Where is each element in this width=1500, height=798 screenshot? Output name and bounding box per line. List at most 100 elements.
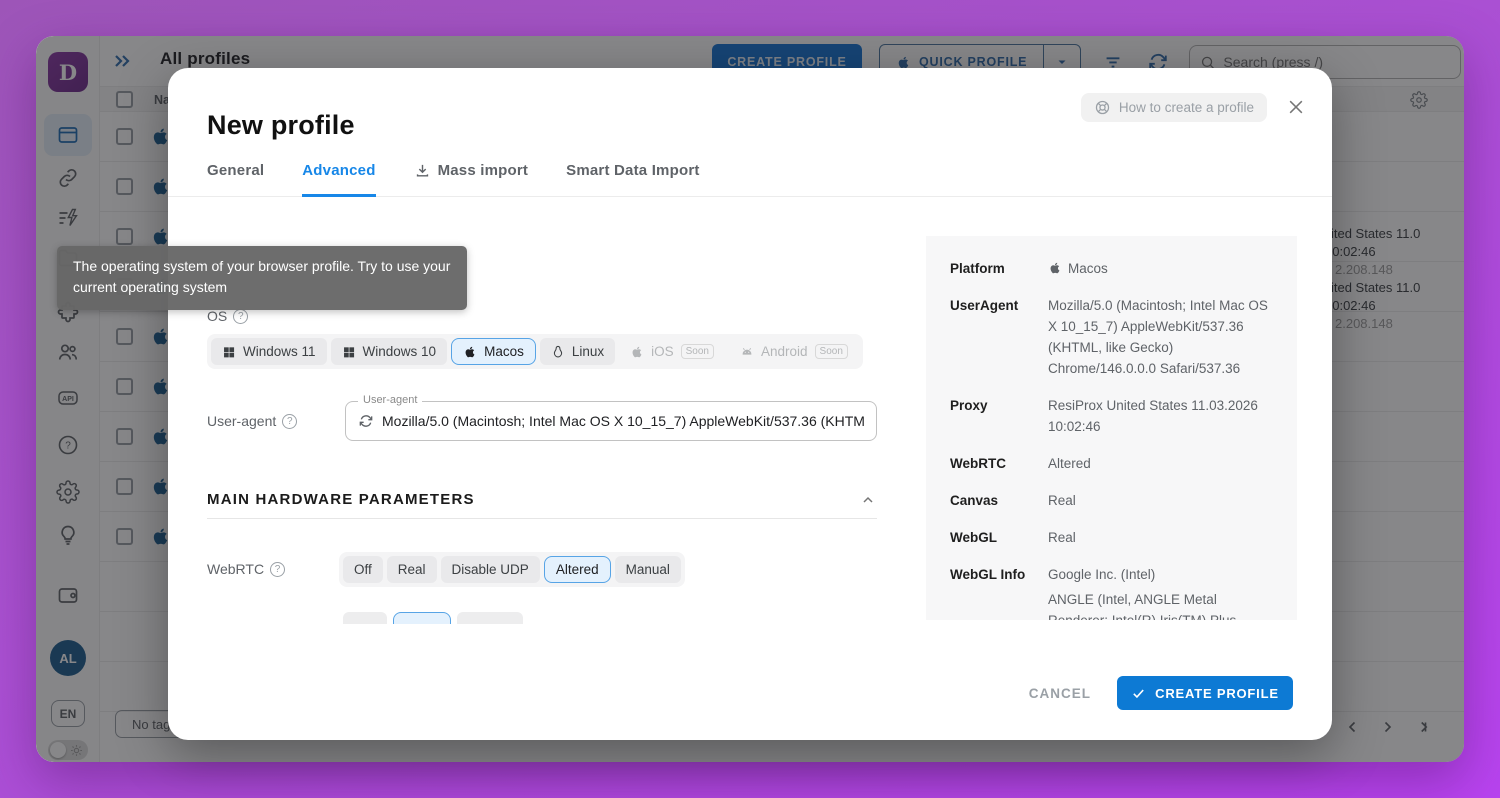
webrtc-option-real[interactable]: Real xyxy=(386,556,437,583)
tab-label: Smart Data Import xyxy=(566,162,700,179)
soon-badge: Soon xyxy=(680,344,714,359)
create-profile-button[interactable]: CREATE PROFILE xyxy=(1117,676,1293,710)
os-option-label: Linux xyxy=(571,344,605,359)
useragent-label-text: User-agent xyxy=(207,413,277,429)
webrtc-selector: Off Real Disable UDP Altered Manual xyxy=(339,552,685,587)
useragent-help-icon[interactable]: ? xyxy=(282,413,298,429)
linux-icon xyxy=(553,345,562,357)
tab-smart-data-import[interactable]: Smart Data Import xyxy=(566,154,699,197)
cancel-button[interactable]: CANCEL xyxy=(1029,676,1091,710)
apple-icon xyxy=(1050,262,1060,274)
webrtc-field-label: WebRTC ? xyxy=(207,561,286,577)
how-to-create-profile-button[interactable]: How to create a profile xyxy=(1080,93,1267,122)
download-icon xyxy=(416,164,428,177)
tab-label: Advanced xyxy=(302,162,376,179)
summary-value: Real xyxy=(1048,493,1076,508)
modal-title: New profile xyxy=(207,110,355,140)
summary-row-platform: Platform Macos xyxy=(950,258,1273,279)
soon-badge: Soon xyxy=(814,344,848,359)
webrtc-option-disable-udp[interactable]: Disable UDP xyxy=(440,556,540,583)
profile-summary-panel: Platform Macos UserAgent Mozilla/5.0 (Ma… xyxy=(926,236,1297,620)
tab-general[interactable]: General xyxy=(207,154,264,197)
summary-label: WebRTC xyxy=(950,456,1006,471)
android-icon xyxy=(742,347,752,355)
os-option-label: Windows 11 xyxy=(243,344,316,359)
windows-icon xyxy=(224,346,235,357)
tab-mass-import[interactable]: Mass import xyxy=(414,154,529,197)
os-option-windows11[interactable]: Windows 11 xyxy=(211,338,327,365)
modal-footer: CANCEL CREATE PROFILE xyxy=(168,666,1332,740)
webrtc-option-off[interactable]: Off xyxy=(343,556,383,583)
os-option-windows10[interactable]: Windows 10 xyxy=(330,338,448,365)
summary-value: Real xyxy=(1048,530,1076,545)
useragent-value: Mozilla/5.0 (Macintosh; Intel Mac OS X 1… xyxy=(382,413,864,429)
summary-value: Macos xyxy=(1068,261,1108,276)
clipped-option-button[interactable] xyxy=(457,612,523,624)
webrtc-option-altered[interactable]: Altered xyxy=(543,556,611,583)
divider xyxy=(207,518,877,519)
close-icon xyxy=(1289,100,1303,114)
webrtc-help-icon[interactable]: ? xyxy=(270,561,286,577)
check-icon xyxy=(1133,689,1144,698)
lifebuoy-icon xyxy=(1095,100,1110,115)
summary-value: ANGLE (Intel, ANGLE Metal Renderer: Inte… xyxy=(1048,592,1236,620)
summary-label: Proxy xyxy=(950,398,988,413)
summary-row-webgl: WebGL Real xyxy=(950,527,1273,548)
webrtc-option-label: Real xyxy=(397,562,426,577)
tab-advanced[interactable]: Advanced xyxy=(302,154,376,197)
os-label-text: OS xyxy=(207,308,228,324)
os-option-label: iOS xyxy=(651,344,674,359)
os-option-android: Android Soon xyxy=(729,338,859,365)
tab-label: General xyxy=(207,162,265,179)
summary-value: Mozilla/5.0 (Macintosh; Intel Mac OS X 1… xyxy=(1048,298,1268,376)
modal-tabs: General Advanced Mass import Smart Data … xyxy=(168,154,1332,197)
summary-label: WebGL xyxy=(950,530,997,545)
summary-value: ResiProx United States 11.03.2026 10:02:… xyxy=(1048,398,1258,434)
chevron-up-icon xyxy=(863,496,873,503)
clipped-option-button[interactable] xyxy=(343,612,387,624)
webrtc-option-label: Disable UDP xyxy=(451,562,529,577)
windows-icon xyxy=(343,346,354,357)
regenerate-useragent-icon[interactable] xyxy=(358,413,374,429)
os-tooltip: The operating system of your browser pro… xyxy=(57,246,467,310)
section-title: MAIN HARDWARE PARAMETERS xyxy=(207,491,475,508)
summary-value: Google Inc. (Intel) xyxy=(1048,567,1156,582)
summary-label: Canvas xyxy=(950,493,999,508)
useragent-input[interactable]: User-agent Mozilla/5.0 (Macintosh; Intel… xyxy=(345,394,877,441)
help-label: How to create a profile xyxy=(1118,100,1254,115)
os-selector: Windows 11 Windows 10 Macos Linux iOS So… xyxy=(207,334,863,369)
summary-row-useragent: UserAgent Mozilla/5.0 (Macintosh; Intel … xyxy=(950,295,1273,379)
os-option-label: Android xyxy=(761,344,808,359)
tab-label: Mass import xyxy=(437,162,529,179)
summary-label: WebGL Info xyxy=(950,567,1026,582)
summary-row-proxy: Proxy ResiProx United States 11.03.2026 … xyxy=(950,395,1273,437)
clipped-option-button[interactable] xyxy=(393,612,451,624)
os-option-linux[interactable]: Linux xyxy=(539,338,616,365)
new-profile-modal: New profile How to create a profile Gene… xyxy=(168,68,1332,740)
os-option-ios: iOS Soon xyxy=(619,338,725,365)
apple-icon xyxy=(465,346,475,357)
os-option-label: Windows 10 xyxy=(362,344,437,359)
useragent-field-label: User-agent ? xyxy=(207,413,298,429)
summary-label: UserAgent xyxy=(950,298,1019,313)
os-option-macos[interactable]: Macos xyxy=(451,338,536,365)
webrtc-option-manual[interactable]: Manual xyxy=(614,556,681,583)
close-modal-button[interactable] xyxy=(1286,96,1308,118)
webrtc-option-label: Off xyxy=(354,562,372,577)
useragent-floating-label: User-agent xyxy=(358,394,423,406)
summary-row-canvas: Canvas Real xyxy=(950,490,1273,511)
collapse-section-button[interactable] xyxy=(860,492,876,508)
summary-label: Platform xyxy=(950,261,1005,276)
os-help-icon[interactable]: ? xyxy=(233,308,249,324)
summary-row-webrtc: WebRTC Altered xyxy=(950,453,1273,474)
summary-row-webgl-info: WebGL Info Google Inc. (Intel) ANGLE (Int… xyxy=(950,564,1273,620)
os-field-label: OS ? xyxy=(207,308,249,324)
create-profile-label: CREATE PROFILE xyxy=(1155,685,1279,701)
summary-value: Altered xyxy=(1048,456,1091,471)
webrtc-label-text: WebRTC xyxy=(207,561,265,577)
clipped-option-row xyxy=(339,612,523,624)
webrtc-option-label: Altered xyxy=(555,562,599,577)
webrtc-option-label: Manual xyxy=(625,562,670,577)
os-option-label: Macos xyxy=(484,344,524,359)
apple-icon xyxy=(632,346,642,357)
